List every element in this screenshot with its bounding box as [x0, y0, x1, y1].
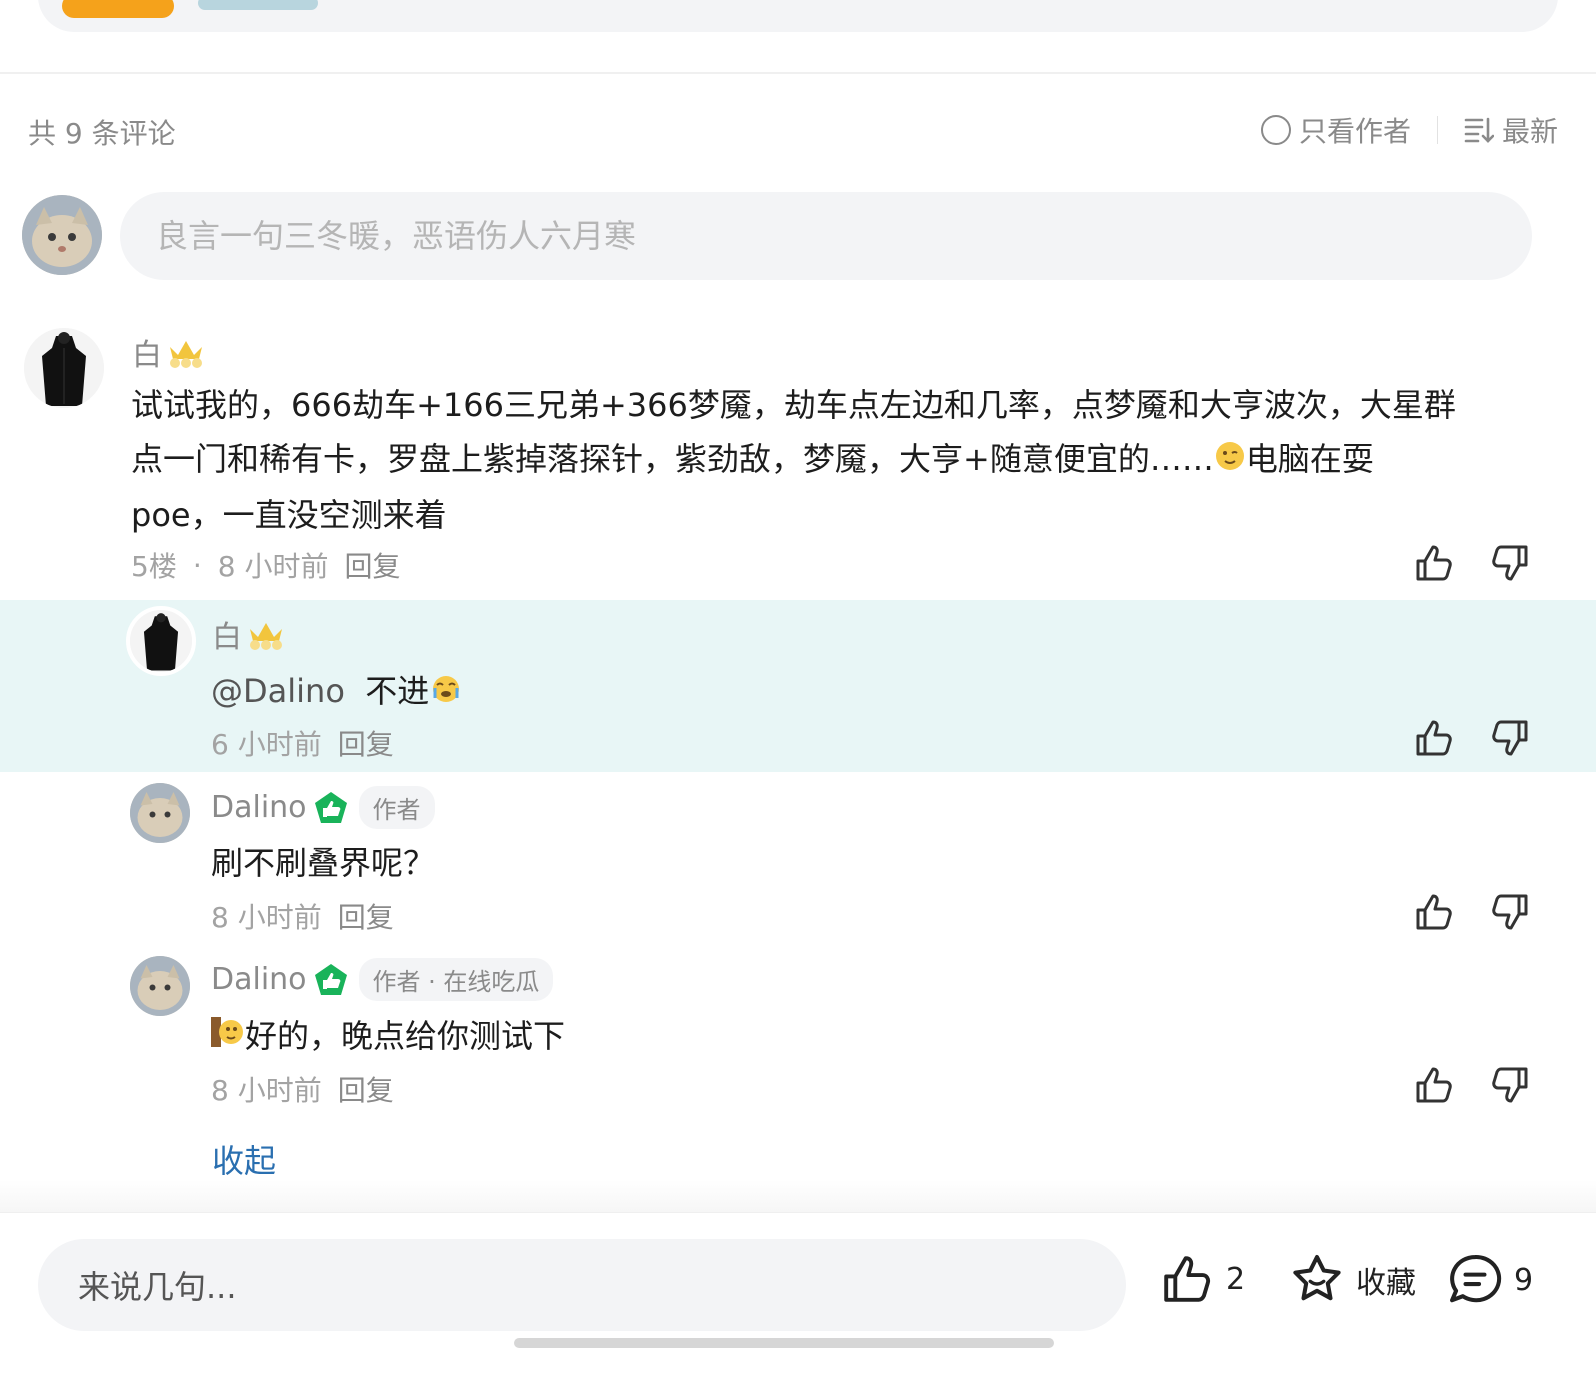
reply-meta: 8 小时前 回复: [211, 896, 394, 936]
comment-line-part: 电脑在耍: [1245, 440, 1374, 478]
my-avatar[interactable]: [22, 195, 102, 275]
verified-thumb-badge-icon: [313, 962, 349, 998]
reply-meta: 8 小时前 回复: [211, 1069, 394, 1109]
comment-line: poe，一直没空测来着: [131, 496, 447, 534]
cropped-label: [198, 0, 318, 10]
sort-list-icon: [1464, 117, 1494, 143]
comment-line-part: 点一门和稀有卡，罗盘上紫掉落探针，紫劲敌，梦魇，大亨+随意便宜的……: [131, 440, 1214, 478]
vote-buttons: [1414, 718, 1530, 758]
thumb-up-icon[interactable]: [1414, 892, 1454, 932]
bottom-action-bar: 来说几句... 2 收藏 9: [0, 1212, 1596, 1379]
comment-line: 点一门和稀有卡，罗盘上紫掉落探针，紫劲敌，梦魇，大亨+随意便宜的…… 电脑在耍: [131, 432, 1541, 488]
reply-author-name-text: Dalino: [211, 790, 307, 825]
reply-button[interactable]: 回复: [338, 1069, 394, 1109]
reply-author-name-text: Dalino: [211, 962, 307, 997]
thumb-down-icon[interactable]: [1490, 1065, 1530, 1105]
comment-input[interactable]: [120, 192, 1532, 280]
thumb-up-icon[interactable]: [1414, 543, 1454, 583]
avatar[interactable]: [126, 606, 196, 676]
reply-button[interactable]: 回复: [338, 896, 394, 936]
comment-line: 试试我的，666劫车+166三兄弟+366梦魇，劫车点左边和几率，点梦魇和大亨波…: [131, 386, 1456, 424]
comments-button[interactable]: 9: [1446, 1253, 1533, 1307]
comment-body: 试试我的，666劫车+166三兄弟+366梦魇，劫车点左边和几率，点梦魇和大亨波…: [131, 378, 1541, 542]
sort-button[interactable]: 最新: [1464, 110, 1558, 150]
wink-emoji-icon: [1214, 434, 1246, 488]
orange-badge: [62, 0, 174, 18]
comments-header: 共 9 条评论 只看作者 最新: [28, 108, 1558, 152]
commenter-name-text: 白: [132, 338, 162, 373]
vote-buttons: [1414, 1065, 1530, 1105]
home-indicator: [514, 1338, 1054, 1348]
favorite-button[interactable]: 收藏: [1290, 1253, 1416, 1307]
time-label: 6 小时前: [211, 728, 322, 761]
like-count: 2: [1226, 1261, 1246, 1297]
cat-avatar-image: [130, 956, 190, 1016]
black-coat-avatar-image: [130, 610, 192, 672]
reply-text: 好的，晚点给你测试下: [245, 1017, 566, 1055]
floor-label: 5楼: [131, 550, 177, 583]
verified-thumb-badge-icon: [313, 790, 349, 826]
like-button[interactable]: 2: [1160, 1253, 1245, 1305]
meta-dot: ·: [192, 548, 202, 582]
header-separator: [1436, 116, 1438, 144]
reply-body: 好的，晚点给你测试下: [211, 1009, 565, 1065]
quick-comment-placeholder: 来说几句...: [78, 1268, 237, 1306]
section-divider: [0, 72, 1596, 74]
vote-buttons: [1414, 892, 1530, 932]
crying-emoji-icon: [429, 666, 463, 720]
author-tag: 作者 · 在线吃瓜: [358, 958, 554, 1001]
vote-buttons: [1414, 543, 1530, 583]
comment-meta: 5楼 · 8 小时前 回复: [131, 545, 400, 585]
thumb-down-icon[interactable]: [1490, 718, 1530, 758]
comments-header-actions: 只看作者 最新: [1260, 108, 1558, 152]
reply-author-name-text: 白: [212, 620, 242, 655]
only-author-label: 只看作者: [1298, 115, 1411, 148]
reply-author-name[interactable]: 白: [212, 612, 286, 656]
cat-avatar-image: [130, 783, 190, 843]
avatar[interactable]: [130, 956, 190, 1016]
black-coat-avatar-image: [24, 328, 104, 408]
mention-link[interactable]: @Dalino: [211, 672, 345, 710]
reply-meta: 6 小时前 回复: [211, 723, 394, 763]
avatar[interactable]: [130, 783, 190, 843]
favorite-label: 收藏: [1356, 1266, 1416, 1301]
reply-author-name[interactable]: Dalino 作者: [211, 786, 435, 829]
reply-text: 不进: [365, 672, 430, 710]
author-tag: 作者: [358, 786, 435, 829]
reply-body: 刷不刷叠界呢？: [211, 844, 436, 882]
only-author-toggle[interactable]: 只看作者: [1260, 110, 1411, 150]
reply-button[interactable]: 回复: [338, 723, 394, 763]
star-icon: [1293, 1255, 1341, 1301]
chat-bubble-icon: [1450, 1255, 1502, 1303]
bottom-fade: [0, 1180, 1596, 1212]
thumb-up-icon: [1164, 1256, 1211, 1302]
thumb-down-icon[interactable]: [1490, 892, 1530, 932]
thumb-up-icon[interactable]: [1414, 718, 1454, 758]
time-label: 8 小时前: [211, 901, 322, 934]
top-banner-pill: [38, 0, 1558, 32]
quick-comment-input[interactable]: 来说几句...: [38, 1239, 1126, 1331]
reply-body: @Dalino 不进: [211, 664, 463, 720]
commenter-name[interactable]: 白: [132, 330, 206, 374]
collapse-replies-link[interactable]: 收起: [212, 1136, 276, 1182]
time-label: 8 小时前: [217, 550, 329, 583]
comment-count-label: 共 9 条评论: [28, 117, 176, 150]
crown-icon: [250, 623, 282, 650]
time-label: 8 小时前: [211, 1074, 322, 1107]
peeking-emoji-icon: [211, 1011, 245, 1065]
reply-author-name[interactable]: Dalino 作者 · 在线吃瓜: [211, 958, 554, 1001]
crown-icon: [170, 341, 202, 368]
radio-circle-icon: [1260, 115, 1291, 145]
avatar[interactable]: [24, 328, 104, 408]
cat-avatar-image: [22, 195, 102, 275]
thumb-down-icon[interactable]: [1490, 543, 1530, 583]
reply-button[interactable]: 回复: [344, 545, 400, 585]
sort-label: 最新: [1501, 115, 1558, 148]
comments-count: 9: [1514, 1262, 1534, 1298]
thumb-up-icon[interactable]: [1414, 1065, 1454, 1105]
